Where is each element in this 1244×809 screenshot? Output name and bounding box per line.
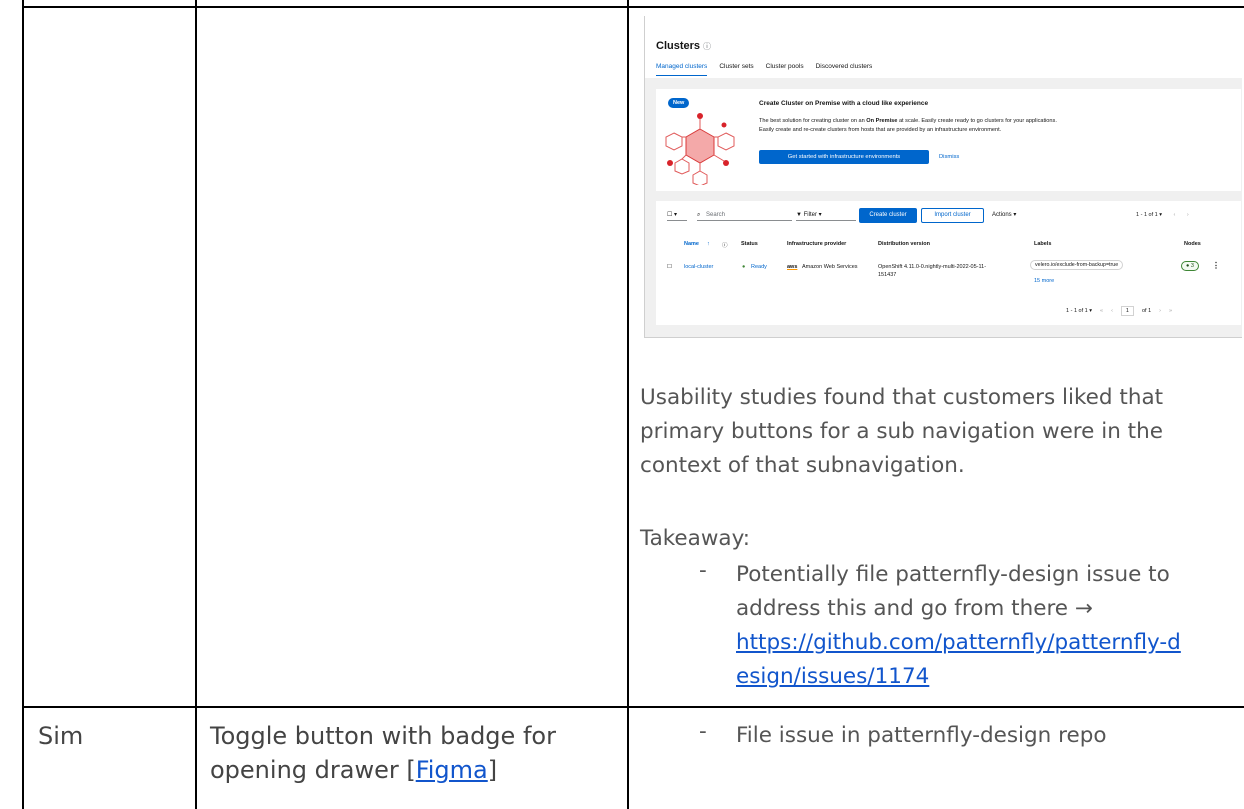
banner-title: Create Cluster on Premise with a cloud l… [759, 100, 929, 107]
bulk-select[interactable]: ☐ ▾ [667, 209, 687, 221]
status-ready[interactable]: Ready [751, 263, 767, 271]
nodes-badge: ● 3 [1181, 261, 1199, 271]
chevron-down-icon: ▾ [1013, 212, 1017, 218]
check-circle-icon: ● [742, 264, 746, 270]
kebab-menu-icon[interactable]: ⋮ [1212, 261, 1220, 270]
bullet-dash: - [699, 719, 707, 744]
banner-description: The best solution for creating cluster o… [759, 118, 1057, 133]
last-page-icon[interactable]: » [1169, 308, 1172, 314]
row2-owner: Sim [38, 722, 84, 750]
takeaway-item: Potentially file patternfly-design issue… [736, 562, 1181, 689]
column-header-name[interactable]: Name [684, 241, 699, 247]
provider-name: Amazon Web Services [802, 264, 858, 270]
dismiss-link[interactable]: Dismiss [939, 154, 959, 160]
row2-item: Toggle button with badge for opening dra… [210, 722, 556, 784]
usability-finding: Usability studies found that customers l… [640, 385, 1164, 478]
help-circle-icon[interactable]: ⓘ [703, 42, 711, 51]
sort-ascending-icon[interactable]: ↑ [707, 241, 710, 247]
tab-cluster-pools[interactable]: Cluster pools [766, 63, 804, 76]
more-labels-link[interactable]: 15 more [1034, 278, 1054, 284]
tab-cluster-sets[interactable]: Cluster sets [719, 63, 753, 76]
github-issue-link-cont[interactable]: esign/issues/1174 [736, 664, 929, 689]
chevron-down-icon: ▾ [1159, 212, 1163, 218]
prev-page-icon[interactable]: ‹ [1111, 308, 1113, 314]
column-header-labels: Labels [1034, 241, 1052, 247]
takeaway-label: Takeaway: [640, 526, 750, 551]
top-pagination[interactable]: 1 - 1 of 1 ▾ ‹ › [1136, 209, 1189, 221]
figma-link[interactable]: Figma [416, 756, 488, 784]
row2-action: File issue in patternfly-design repo [736, 723, 1107, 748]
filter-dropdown[interactable]: ▼ Filter ▾ [796, 209, 856, 221]
actions-dropdown[interactable]: Actions ▾ [992, 209, 1042, 221]
prev-page-icon[interactable]: ‹ [1174, 212, 1176, 218]
screenshot-header: Clusters ⓘ Managed clusters Cluster sets … [645, 16, 1242, 78]
table-row-divider-top [22, 6, 1244, 8]
page-number-input[interactable]: 1 [1120, 306, 1134, 316]
bottom-pagination: 1 - 1 of 1 ▾ « ‹ 1 of 1 › » [1066, 306, 1172, 316]
tab-bar: Managed clusters Cluster sets Cluster po… [656, 63, 872, 76]
clusters-table-card: ☐ ▾ ⌕ Search ▼ Filter ▾ Create cluster I… [656, 201, 1241, 325]
tab-discovered-clusters[interactable]: Discovered clusters [816, 63, 873, 76]
help-icon: ⓘ [722, 243, 728, 249]
chevron-down-icon: ▾ [818, 212, 822, 218]
filter-icon: ▼ [796, 212, 802, 218]
search-input[interactable]: ⌕ Search [697, 209, 792, 221]
cluster-name-link[interactable]: local-cluster [684, 263, 713, 271]
table-row-divider [22, 706, 1244, 708]
bullet-dash: - [699, 558, 707, 583]
table-divider-1 [195, 0, 197, 809]
table-border-left [22, 0, 24, 809]
create-cluster-button[interactable]: Create cluster [859, 208, 917, 223]
first-page-icon[interactable]: « [1100, 308, 1103, 314]
next-page-icon[interactable]: › [1187, 212, 1189, 218]
embedded-screenshot: Clusters ⓘ Managed clusters Cluster sets … [644, 16, 1242, 338]
next-page-icon[interactable]: › [1159, 308, 1161, 314]
promo-banner: New Create Cluster on Premise with a clo… [656, 89, 1241, 191]
search-icon: ⌕ [697, 212, 701, 218]
table-divider-2 [627, 0, 629, 809]
get-started-button[interactable]: Get started with infrastructure environm… [759, 150, 929, 164]
column-header-version[interactable]: Distribution version [878, 241, 930, 247]
distribution-version: OpenShift 4.11.0-0.nightly-multi-2022-05… [878, 264, 987, 278]
aws-logo-icon: aws [787, 264, 798, 270]
column-header-nodes: Nodes [1184, 241, 1201, 247]
column-header-status[interactable]: Status [741, 241, 758, 247]
pagination-range[interactable]: 1 - 1 of 1 ▾ [1066, 308, 1092, 314]
tab-managed-clusters[interactable]: Managed clusters [656, 63, 708, 76]
new-badge: New [668, 98, 690, 108]
import-cluster-button[interactable]: Import cluster [921, 208, 984, 223]
label-chip[interactable]: velero.io/exclude-from-backup=true [1030, 260, 1124, 270]
column-header-provider[interactable]: Infrastructure provider [787, 241, 846, 247]
github-issue-link[interactable]: https://github.com/patternfly/patternfly… [736, 630, 1181, 655]
row-checkbox[interactable]: ☐ [667, 263, 672, 271]
page-title: Clusters ⓘ [656, 40, 712, 52]
hexagon-cluster-illustration [665, 113, 735, 185]
page-total: of 1 [1141, 308, 1152, 314]
